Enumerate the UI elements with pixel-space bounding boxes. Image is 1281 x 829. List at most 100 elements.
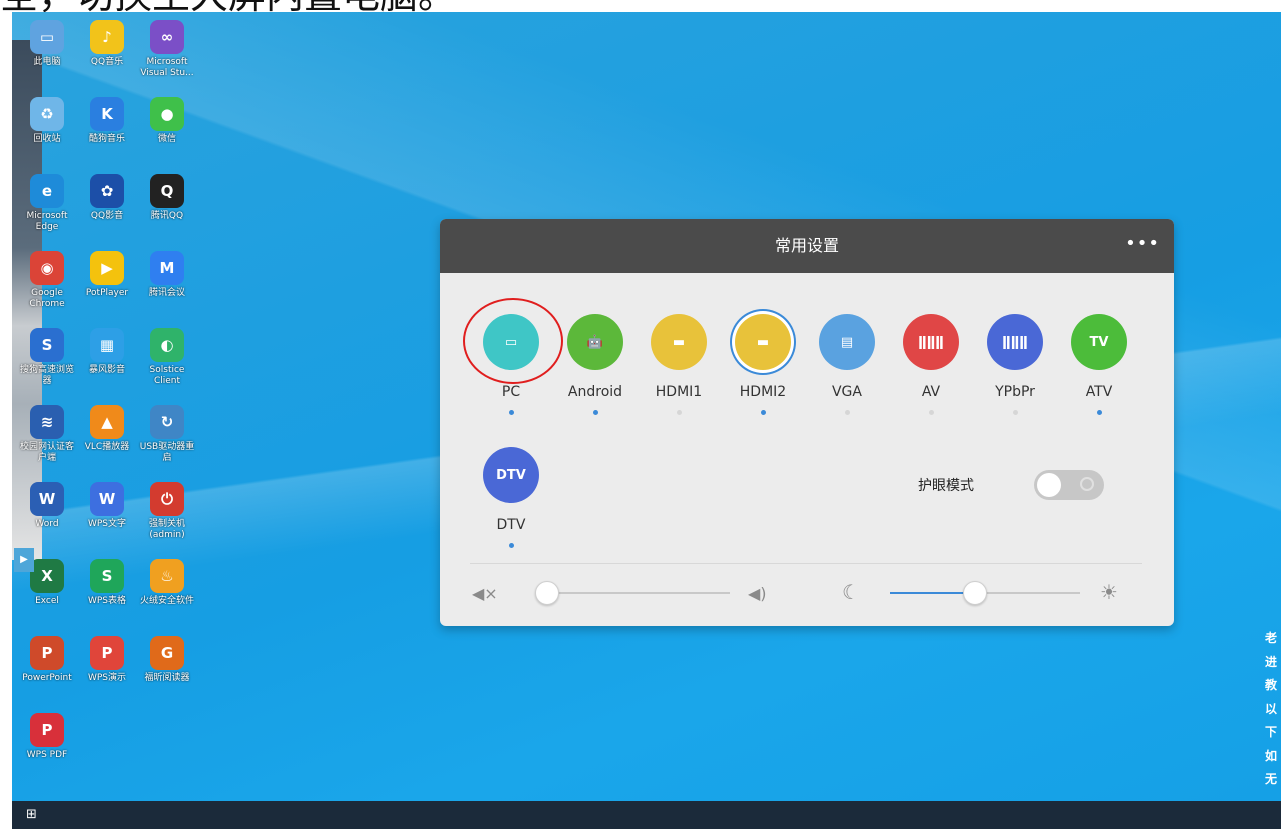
desktop-icon[interactable]: ▭ 此电脑 [16, 20, 78, 68]
desktop-icon[interactable]: P WPS演示 [76, 636, 138, 684]
toggle-off-indicator [1080, 477, 1094, 491]
desktop-icon[interactable]: ◐ Solstice Client [136, 328, 198, 387]
desktop-icon-label: PowerPoint [22, 673, 72, 683]
desktop-icon[interactable]: ∞ Microsoft Visual Stu... [136, 20, 198, 79]
source-status-dot [1096, 410, 1102, 415]
desktop-icon-label: WPS PDF [26, 750, 68, 760]
app-icon: ● [150, 97, 184, 131]
desktop-icon-label: Google Chrome [29, 288, 65, 309]
desktop-icon[interactable]: S WPS表格 [76, 559, 138, 607]
desktop-icon[interactable]: ♨ 火绒安全软件 [136, 559, 198, 607]
side-text-char: 以 [1265, 701, 1278, 716]
app-icon: K [90, 97, 124, 131]
av-source-icon: ǁǁǁ [903, 314, 959, 370]
desktop-icon-label: 搜狗高速浏览器 [19, 365, 74, 386]
desktop-icon-label: 腾讯QQ [150, 211, 184, 221]
desktop-icon-label: 此电脑 [33, 57, 61, 67]
volume-slider[interactable] [534, 581, 730, 605]
windows-start-icon[interactable]: ⊞ [26, 808, 40, 822]
input-source-ypbpr[interactable]: ǁǁǁ YPbPr [980, 314, 1050, 415]
side-expand-arrow[interactable]: ▶ [14, 548, 34, 572]
android-source-icon: 🤖 [567, 314, 623, 370]
app-icon: X [30, 559, 64, 593]
side-text-char: 进 [1265, 654, 1278, 669]
panel-header: 常用设置 ••• [440, 219, 1174, 273]
desktop-icon-label: 福昕阅读器 [144, 673, 190, 683]
desktop-icon[interactable]: W WPS文字 [76, 482, 138, 530]
app-icon: ♨ [150, 559, 184, 593]
desktop-icon[interactable]: ● 微信 [136, 97, 198, 145]
source-status-dot [676, 410, 682, 415]
desktop-icon-label: 回收站 [33, 134, 61, 144]
source-label: PC [501, 384, 521, 400]
source-label: AV [921, 384, 941, 400]
input-source-android[interactable]: 🤖 Android [560, 314, 630, 415]
app-icon: ↻ [150, 405, 184, 439]
brightness-slider-knob[interactable] [962, 581, 987, 605]
desktop-icon[interactable]: ✿ QQ影音 [76, 174, 138, 222]
source-glyph: 🤖 [586, 334, 604, 350]
desktop-icon[interactable]: ↻ USB驱动器重启 [136, 405, 198, 464]
brightness-slider[interactable] [890, 581, 1080, 605]
input-source-atv[interactable]: TV ATV [1064, 314, 1134, 415]
desktop-icon[interactable]: ▦ 暴风影音 [76, 328, 138, 376]
speaker-icon[interactable]: ◀) [748, 584, 767, 603]
source-label: ATV [1085, 384, 1113, 400]
dtv-source-icon: DTV [483, 447, 539, 503]
desktop-icon[interactable]: M 腾讯会议 [136, 251, 198, 299]
source-status-dot [928, 410, 934, 415]
desktop-icon[interactable]: ≋ 校园网认证客户端 [16, 405, 78, 464]
desktop-icon-label: USB驱动器重启 [139, 442, 195, 463]
app-icon: ∞ [150, 20, 184, 54]
desktop-icon[interactable]: Q 腾讯QQ [136, 174, 198, 222]
sun-icon[interactable]: ☀ [1100, 580, 1118, 604]
desktop-icon[interactable]: ♻ 回收站 [16, 97, 78, 145]
desktop-icon[interactable]: K 酷狗音乐 [76, 97, 138, 145]
more-options-icon[interactable]: ••• [1125, 233, 1160, 254]
taskbar: ⊞ [12, 801, 1281, 829]
desktop-icon[interactable]: ◉ Google Chrome [16, 251, 78, 310]
app-icon: ≋ [30, 405, 64, 439]
desktop-icon[interactable]: ⏻ 强制关机(admin) [136, 482, 198, 541]
source-status-dot [760, 410, 766, 415]
input-source-hdmi2[interactable]: ▬ HDMI2 [728, 314, 798, 415]
desktop-icon-label: 火绒安全软件 [139, 596, 194, 606]
app-icon: P [30, 636, 64, 670]
desktop-icon[interactable]: ♪ QQ音乐 [76, 20, 138, 68]
side-text-char: 教 [1265, 678, 1278, 692]
side-text-char: 如 [1265, 748, 1278, 763]
desktop-icon[interactable]: S 搜狗高速浏览器 [16, 328, 78, 387]
source-glyph: ▬ [756, 334, 770, 350]
speaker-muted-icon[interactable]: ◀× [472, 584, 498, 603]
desktop-icon[interactable]: ▲ VLC播放器 [76, 405, 138, 453]
desktop-icon-label: 强制关机(admin) [148, 519, 185, 540]
moon-icon[interactable]: ☾ [842, 580, 860, 604]
input-source-hdmi1[interactable]: ▬ HDMI1 [644, 314, 714, 415]
app-icon: e [30, 174, 64, 208]
desktop-icon[interactable]: P WPS PDF [16, 713, 78, 761]
desktop-icon[interactable]: e Microsoft Edge [16, 174, 78, 233]
input-source-av[interactable]: ǁǁǁ AV [896, 314, 966, 415]
desktop-icon-label: WPS文字 [87, 519, 127, 529]
toggle-knob [1037, 473, 1061, 497]
pc-highlight-ring [463, 298, 563, 384]
side-text-char: 下 [1265, 725, 1278, 739]
desktop-icon-label: VLC播放器 [84, 442, 130, 452]
desktop-icon[interactable]: G 福昕阅读器 [136, 636, 198, 684]
app-icon: ▦ [90, 328, 124, 362]
app-icon: ♻ [30, 97, 64, 131]
volume-slider-knob[interactable] [534, 581, 559, 605]
desktop-icon-label: Excel [35, 596, 59, 606]
desktop-icon-label: Solstice Client [149, 365, 185, 386]
source-status-dot [592, 410, 598, 415]
ypbpr-source-icon: ǁǁǁ [987, 314, 1043, 370]
input-source-dtv[interactable]: DTV DTV [476, 447, 546, 548]
eye-care-toggle[interactable] [1034, 470, 1104, 500]
input-source-vga[interactable]: ▤ VGA [812, 314, 882, 415]
desktop-icon[interactable]: W Word [16, 482, 78, 530]
desktop-icon[interactable]: P PowerPoint [16, 636, 78, 684]
app-icon: ▲ [90, 405, 124, 439]
desktop-icon-label: QQ音乐 [90, 57, 124, 67]
source-glyph: ǁǁǁ [918, 334, 944, 350]
desktop-icon[interactable]: ▶ PotPlayer [76, 251, 138, 299]
